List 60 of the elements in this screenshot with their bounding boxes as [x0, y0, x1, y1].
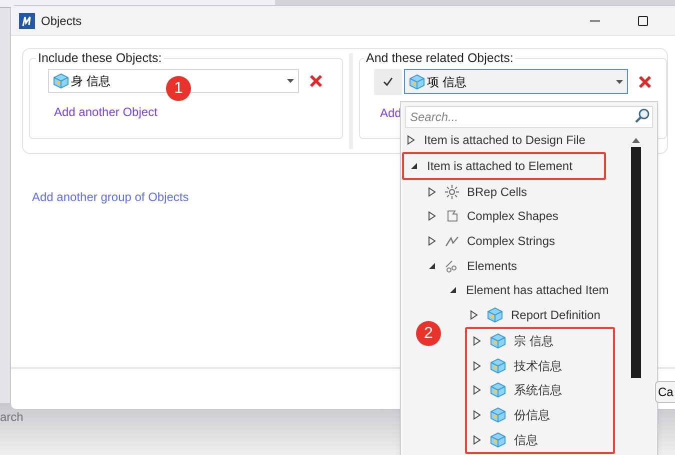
- tree-item[interactable]: Complex Shapes: [467, 207, 558, 226]
- search-icon[interactable]: [634, 108, 650, 124]
- tree-item[interactable]: Item is attached to Design File: [424, 131, 586, 150]
- expand-arrow-icon[interactable]: [428, 211, 436, 222]
- group-legend: Include these Objects:: [36, 49, 164, 68]
- tree-item[interactable]: Elements: [467, 256, 518, 275]
- expand-arrow-icon[interactable]: [470, 310, 478, 320]
- cube-icon: [490, 406, 506, 423]
- cube-icon: [490, 382, 506, 398]
- cube-icon: [490, 358, 506, 374]
- polyline-icon: [445, 234, 459, 248]
- add-group-link[interactable]: Add another group of Objects: [32, 188, 189, 206]
- tree-item[interactable]: 宗 信息: [514, 332, 554, 350]
- tree-item[interactable]: 系统信息: [514, 381, 562, 400]
- shape-icon: [445, 209, 459, 224]
- check-icon: [383, 76, 393, 87]
- expand-arrow-icon[interactable]: [428, 186, 436, 197]
- remove-icon[interactable]: [638, 74, 652, 89]
- remove-icon[interactable]: [309, 74, 323, 88]
- sun-icon: [445, 184, 459, 199]
- scroll-up-icon[interactable]: [632, 138, 640, 143]
- caret-icon: [616, 80, 623, 84]
- caret-icon: [287, 78, 294, 83]
- tree-item[interactable]: 技术信息: [514, 356, 562, 375]
- expanded-arrow-icon[interactable]: [449, 286, 457, 294]
- tree-item[interactable]: BRep Cells: [467, 182, 528, 201]
- expanded-arrow-icon[interactable]: [410, 162, 418, 170]
- scrollbar-thumb[interactable]: [631, 147, 641, 378]
- expand-arrow-icon[interactable]: [473, 410, 481, 420]
- tree-item[interactable]: Report Definition: [511, 306, 600, 324]
- combo-value: 身 信息: [71, 72, 110, 90]
- expand-arrow-icon[interactable]: [428, 236, 436, 246]
- tree-item[interactable]: Item is attached to Element: [427, 157, 572, 176]
- tree-item[interactable]: Complex Strings: [467, 232, 556, 250]
- expand-arrow-icon[interactable]: [407, 135, 415, 146]
- expanded-arrow-icon[interactable]: [428, 262, 436, 270]
- expand-arrow-icon[interactable]: [473, 434, 481, 445]
- cube-icon: [490, 332, 506, 349]
- maximize-icon[interactable]: [638, 16, 648, 26]
- group-legend: And these related Objects:: [364, 49, 516, 68]
- cube-icon: [487, 307, 503, 324]
- expand-arrow-icon[interactable]: [473, 336, 481, 346]
- app-logo-icon: [19, 12, 35, 28]
- elements-icon: [445, 258, 459, 273]
- search-text: arch: [0, 410, 24, 424]
- object-combo[interactable]: 项 信息: [404, 69, 628, 94]
- cube-icon: [490, 432, 506, 448]
- tree-item[interactable]: Element has attached Item: [466, 281, 609, 300]
- expand-arrow-icon[interactable]: [473, 385, 481, 396]
- search-field[interactable]: Search...: [405, 106, 653, 128]
- checkbox[interactable]: [374, 68, 402, 95]
- window-title: Objects: [41, 12, 82, 30]
- add-object-link[interactable]: Add another Object: [54, 102, 158, 121]
- tree-item[interactable]: 份信息: [514, 406, 550, 424]
- cube-icon: [409, 74, 425, 90]
- combo-value: 项 信息: [427, 74, 466, 91]
- tree-item[interactable]: 信息: [514, 430, 538, 449]
- expand-arrow-icon[interactable]: [473, 360, 481, 371]
- cube-icon: [53, 72, 69, 89]
- cancel-button[interactable]: Ca: [655, 381, 675, 403]
